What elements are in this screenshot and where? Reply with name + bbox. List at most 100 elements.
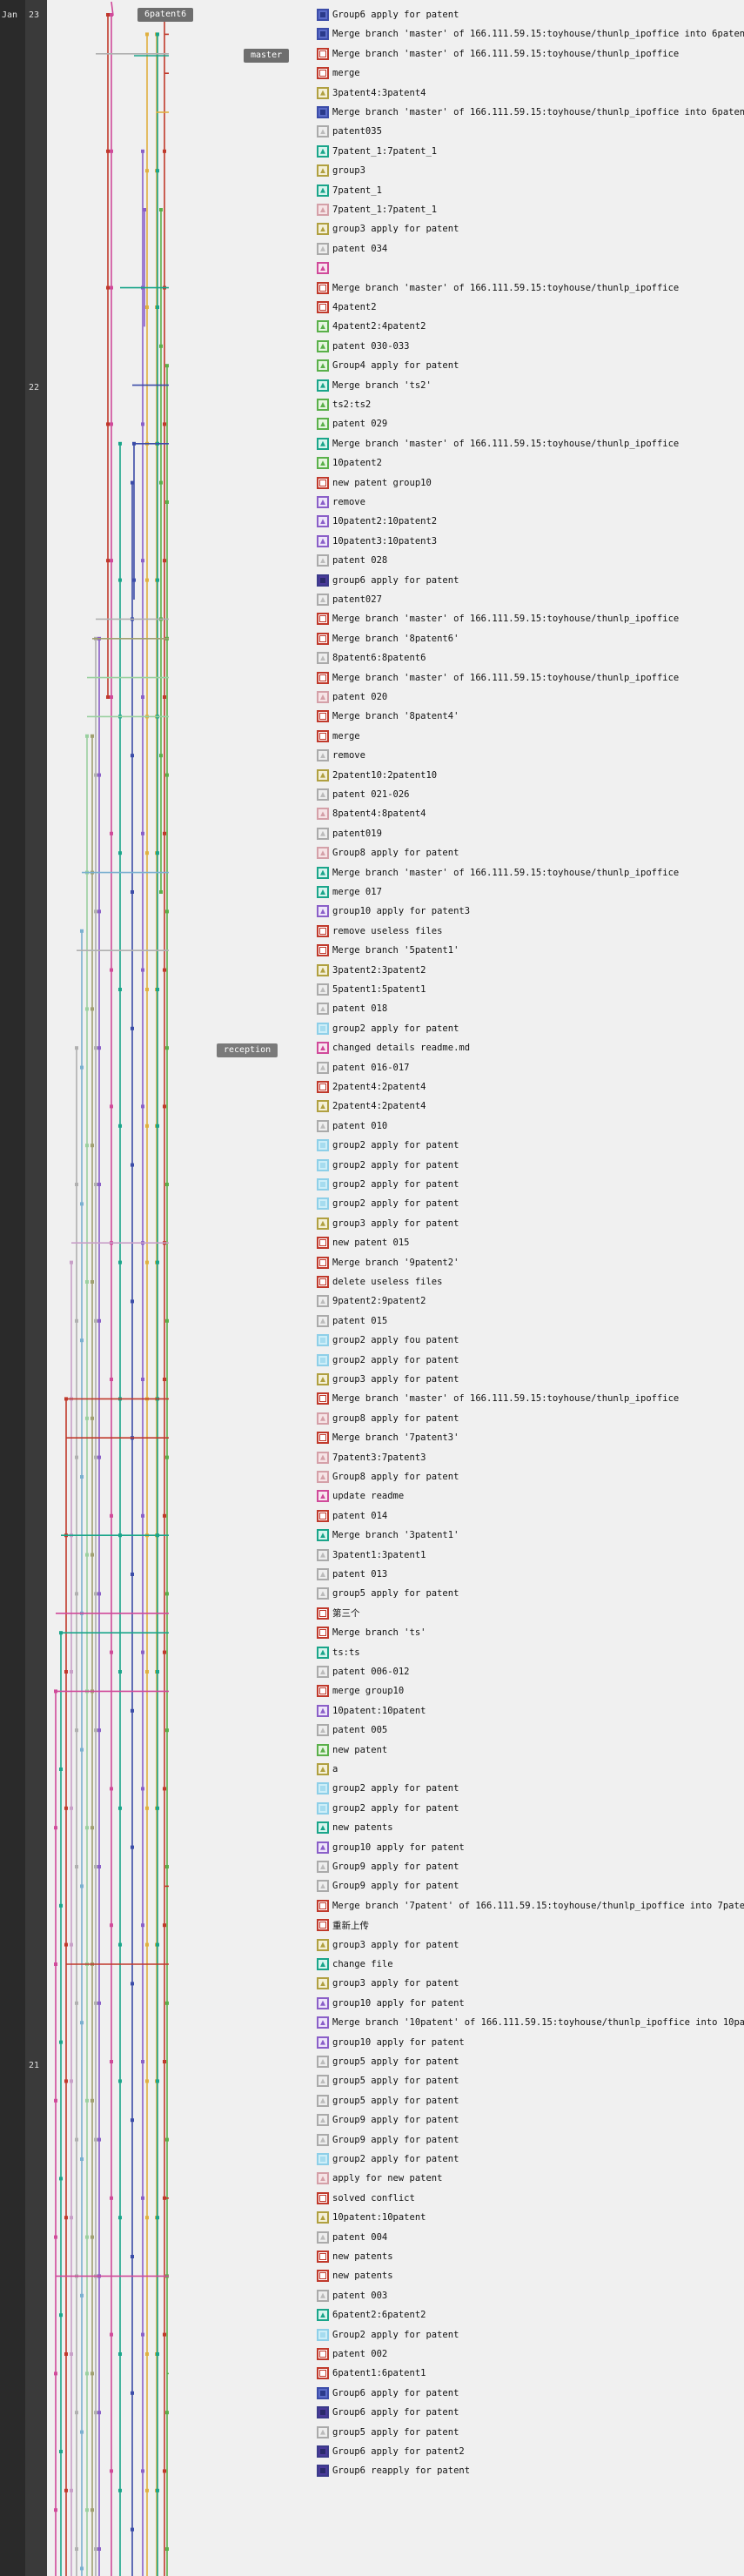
commit-row[interactable]: Group9 apply for patent [317, 1876, 744, 1895]
commit-node[interactable] [59, 1768, 63, 1771]
commit-node[interactable] [75, 2137, 78, 2142]
commit-node[interactable] [156, 2216, 159, 2220]
commit-node[interactable] [163, 422, 166, 426]
commit-row[interactable]: patent 016-017 [317, 1058, 744, 1077]
commit-node[interactable] [145, 1260, 149, 1265]
commit-row[interactable]: remove [317, 746, 744, 765]
commit-node[interactable] [141, 1378, 144, 1381]
commit-row[interactable]: new patents [317, 1818, 744, 1837]
commit-row[interactable]: Merge branch 'master' of 166.111.59.15:t… [317, 609, 744, 628]
commit-row[interactable]: merge group10 [317, 1681, 744, 1701]
commit-node[interactable] [159, 890, 163, 894]
commit-node[interactable] [110, 695, 113, 699]
commit-node[interactable] [141, 1923, 144, 1928]
commit-node[interactable] [70, 2079, 73, 2083]
commit-node[interactable] [110, 285, 113, 290]
commit-node[interactable] [163, 831, 166, 835]
commit-row[interactable]: a [317, 1760, 744, 1779]
commit-row[interactable]: group2 apply for patent [317, 2150, 744, 2169]
commit-node[interactable] [85, 2098, 89, 2103]
commit-node[interactable] [141, 422, 144, 426]
commit-node[interactable] [145, 2079, 149, 2083]
commit-row[interactable]: patent 030-033 [317, 337, 744, 356]
commit-row[interactable]: Merge branch '8patent6' [317, 629, 744, 648]
commit-node[interactable] [94, 2001, 97, 2005]
commit-node[interactable] [97, 2411, 101, 2415]
commit-node[interactable] [90, 2098, 94, 2103]
commit-node[interactable] [64, 2079, 68, 2083]
commit-node[interactable] [64, 1670, 68, 1674]
commit-row[interactable]: patent 034 [317, 239, 744, 258]
commit-node[interactable] [163, 1923, 166, 1928]
commit-node[interactable] [97, 2137, 101, 2142]
commit-node[interactable] [75, 1183, 78, 1186]
commit-row[interactable]: group2 apply for patent [317, 1779, 744, 1798]
commit-node[interactable] [75, 1592, 78, 1596]
commit-node[interactable] [97, 1455, 101, 1459]
commit-row[interactable]: group2 apply for patent [317, 1351, 744, 1370]
commit-node[interactable] [163, 1650, 166, 1654]
commit-node[interactable] [97, 773, 101, 777]
commit-row[interactable]: group3 apply for patent [317, 1974, 744, 1993]
commit-row[interactable]: 4patent2:4patent2 [317, 317, 744, 336]
commit-node[interactable] [165, 2001, 169, 2005]
commit-node[interactable] [145, 32, 149, 37]
commit-node[interactable] [80, 1475, 84, 1479]
commit-row[interactable]: group10 apply for patent [317, 1994, 744, 2013]
commit-node[interactable] [110, 149, 113, 153]
commit-node[interactable] [163, 695, 166, 699]
commit-node[interactable] [54, 2098, 57, 2103]
commit-node[interactable] [131, 754, 134, 758]
commit-node[interactable] [59, 2450, 63, 2453]
commit-node[interactable] [97, 1728, 101, 1733]
commit-row[interactable]: patent035 [317, 122, 744, 141]
commit-row[interactable]: new patents [317, 2266, 744, 2285]
commit-row[interactable]: 重新上传 [317, 1915, 744, 1935]
commit-node[interactable] [85, 2371, 89, 2376]
commit-row[interactable]: Group6 apply for patent [317, 2384, 744, 2403]
commit-node[interactable] [85, 1416, 89, 1420]
commit-row[interactable]: 4patent2 [317, 298, 744, 317]
commit-node[interactable] [118, 2216, 122, 2220]
commit-node[interactable] [106, 422, 110, 426]
branch-tag-master[interactable]: master [244, 49, 290, 63]
commit-row[interactable]: new patent [317, 1741, 744, 1760]
commit-node[interactable] [145, 2352, 149, 2356]
commit-node[interactable] [163, 1378, 166, 1381]
commit-node[interactable] [110, 559, 113, 563]
commit-node[interactable] [94, 1183, 97, 1186]
commit-row[interactable]: Merge branch 'ts' [317, 1623, 744, 1642]
branch-tag-reception[interactable]: reception [217, 1043, 278, 1057]
commit-node[interactable] [165, 364, 169, 368]
commit-node[interactable] [131, 2255, 134, 2258]
commit-node[interactable] [90, 1416, 94, 1420]
commit-row[interactable]: Merge branch 'ts2' [317, 376, 744, 395]
commit-row[interactable]: delete useless files [317, 1272, 744, 1291]
commit-row[interactable]: group10 apply for patent [317, 2033, 744, 2052]
commit-row[interactable]: group5 apply for patent [317, 2423, 744, 2442]
commit-node[interactable] [141, 2196, 144, 2200]
commit-node[interactable] [94, 2547, 97, 2551]
commit-row[interactable]: new patent group10 [317, 473, 744, 493]
commit-node[interactable] [106, 13, 110, 17]
commit-node[interactable] [141, 1513, 144, 1518]
commit-node[interactable] [131, 1573, 134, 1576]
commit-node[interactable] [159, 208, 163, 211]
commit-row[interactable]: Group9 apply for patent [317, 2110, 744, 2130]
commit-row[interactable]: solved conflict [317, 2189, 744, 2208]
commit-row[interactable]: group10 apply for patent [317, 1838, 744, 1857]
commit-node[interactable] [70, 2216, 73, 2220]
commit-node[interactable] [141, 1104, 144, 1109]
commit-node[interactable] [90, 1007, 94, 1011]
commit-node[interactable] [110, 1923, 113, 1928]
commit-node[interactable] [94, 909, 97, 914]
commit-row[interactable]: 3patent1:3patent1 [317, 1546, 744, 1565]
commit-row[interactable]: patent027 [317, 590, 744, 609]
commit-node[interactable] [110, 2060, 113, 2063]
commit-row[interactable]: group2 apply for patent [317, 1136, 744, 1155]
commit-row[interactable]: Merge branch '7patent3' [317, 1428, 744, 1447]
commit-node[interactable] [75, 1318, 78, 1323]
commit-node[interactable] [163, 149, 166, 153]
commit-row[interactable]: Merge branch 'master' of 166.111.59.15:t… [317, 103, 744, 122]
commit-node[interactable] [75, 1046, 78, 1050]
